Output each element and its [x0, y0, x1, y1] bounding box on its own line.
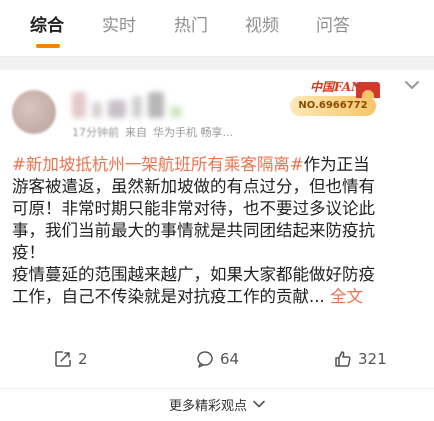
- hashtag-link[interactable]: #新加坡抵杭州一架航班所有乘客隔离#: [12, 155, 304, 174]
- comment-button[interactable]: 64: [196, 350, 239, 368]
- fans-badge[interactable]: 中国FANS NO.6966772: [290, 78, 382, 122]
- fans-badge-number: NO.6966772: [290, 96, 376, 116]
- post-time: 17分钟前: [72, 126, 119, 139]
- comment-count: 64: [220, 350, 240, 368]
- active-tab-indicator: [36, 44, 60, 48]
- post-line: 疫！: [12, 243, 45, 262]
- post-line: 工作，自己不传染就是对抗疫工作的贡献...: [12, 287, 325, 306]
- like-count: 321: [358, 350, 387, 368]
- tab-hot[interactable]: 热门: [174, 14, 208, 38]
- post-line: 作为正当: [303, 155, 370, 174]
- more-views-label: 更多精彩观点: [168, 398, 247, 414]
- like-icon: [335, 351, 351, 367]
- post-menu-button[interactable]: [400, 76, 424, 94]
- repost-icon: [55, 351, 71, 367]
- divider: [0, 388, 434, 389]
- like-button[interactable]: 321: [334, 350, 387, 368]
- post-meta: 17分钟前 来自 华为手机 畅享...: [72, 124, 233, 140]
- source-prefix: 来自: [125, 126, 147, 139]
- post-line: 疫情蔓延的范围越来越广，如果大家都能做好防疫: [12, 265, 375, 284]
- repost-button[interactable]: 2: [54, 350, 88, 368]
- repost-count: 2: [78, 350, 88, 368]
- post-line: 可原！非常时期只能非常对待，也不要过多议论此: [12, 199, 375, 218]
- post-card: 17分钟前 来自 华为手机 畅享... 中国FANS NO.6966772 #新…: [0, 70, 434, 421]
- tab-realtime[interactable]: 实时: [102, 14, 136, 38]
- avatar[interactable]: [12, 90, 56, 134]
- tab-video[interactable]: 视频: [245, 14, 279, 38]
- expand-full-text-link[interactable]: 全文: [330, 287, 363, 306]
- more-views-button[interactable]: 更多精彩观点: [0, 392, 434, 416]
- section-gap: [0, 57, 434, 69]
- tab-comprehensive[interactable]: 综合: [30, 14, 64, 38]
- gate-icon: [356, 82, 380, 98]
- post-source[interactable]: 华为手机 畅享...: [153, 124, 233, 140]
- chevron-down-icon: [253, 400, 265, 408]
- post-actions: 2 64 321: [0, 346, 434, 376]
- comment-icon: [197, 351, 213, 368]
- post-line: 游客被遣返，虽然新加坡做的有点过分，但也情有: [12, 177, 375, 196]
- chevron-down-icon: [405, 81, 419, 89]
- post-line: 事，我们当前最大的事情就是共同团结起来防疫抗: [12, 221, 375, 240]
- post-text: #新加坡抵杭州一架航班所有乘客隔离#作为正当 游客被遣返，虽然新加坡做的有点过分…: [12, 154, 422, 308]
- username[interactable]: [72, 92, 182, 118]
- search-tab-bar: 综合 实时 热门 视频 问答: [0, 0, 434, 57]
- tab-qa[interactable]: 问答: [316, 14, 350, 38]
